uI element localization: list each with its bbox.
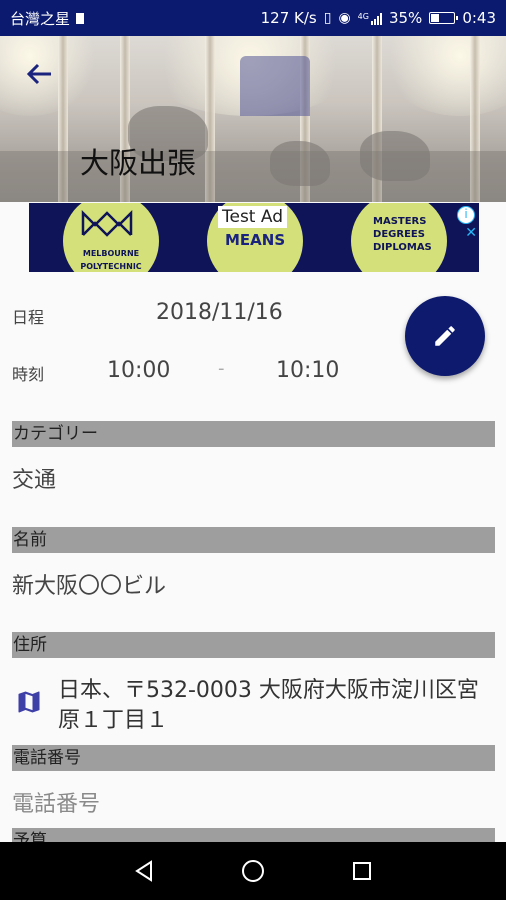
sim-icon [76, 12, 85, 24]
map-icon[interactable] [15, 688, 43, 716]
circle-home-icon [241, 860, 264, 882]
back-button[interactable] [24, 60, 54, 88]
ad-word: MEANS [225, 231, 286, 249]
signal-icon: 4G [358, 12, 382, 25]
square-recents-icon [352, 862, 371, 880]
end-time[interactable]: 10:10 [276, 358, 339, 383]
navigation-bar [0, 842, 506, 900]
nav-home-button[interactable] [233, 851, 273, 891]
name-value[interactable]: 新大阪〇〇ビル [12, 568, 166, 600]
address-header: 住所 [12, 632, 495, 658]
phone-header: 電話番号 [12, 745, 495, 771]
status-left: 台灣之星 [10, 8, 261, 29]
address-value[interactable]: 日本、〒532-0003 大阪府大阪市淀川区宮原１丁目１ [58, 676, 498, 736]
category-header: カテゴリー [12, 421, 495, 447]
triangle-back-icon [135, 860, 153, 882]
status-right: 127 K/s ▯ ◉ 4G 35% 0:43 [261, 9, 496, 27]
start-time[interactable]: 10:00 [107, 358, 170, 383]
time-label: 時刻 [12, 365, 45, 384]
battery-icon [429, 12, 459, 24]
signal-label: 4G [357, 11, 369, 21]
status-bar: 台灣之星 127 K/s ▯ ◉ 4G 35% 0:43 [0, 0, 506, 36]
category-value[interactable]: 交通 [12, 462, 56, 494]
date-label: 日程 [12, 308, 45, 327]
ad-label: Test Ad [218, 206, 288, 228]
time-separator: - [218, 358, 225, 379]
nav-back-button[interactable] [124, 851, 164, 891]
ad-circle-right: MASTERS DEGREES DIPLOMAS [351, 203, 447, 272]
battery-fill [431, 14, 439, 22]
carrier-name: 台灣之星 [10, 9, 71, 28]
date-value[interactable]: 2018/11/16 [156, 300, 283, 325]
edit-button[interactable] [405, 296, 485, 376]
pencil-icon [435, 326, 455, 346]
info-icon[interactable]: i [457, 206, 475, 224]
ad-brand-2: MASTERS DEGREES DIPLOMAS [373, 216, 432, 253]
header-image: 大阪出張 [0, 36, 506, 202]
page-title: 大阪出張 [80, 146, 197, 180]
network-speed: 127 K/s [260, 9, 317, 27]
name-header: 名前 [12, 527, 495, 553]
battery-percent: 35% [388, 9, 423, 27]
eye-icon: ◉ [338, 10, 351, 26]
nav-recents-button[interactable] [342, 851, 382, 891]
clock: 0:43 [462, 9, 496, 27]
phone-field[interactable]: 電話番号 [12, 786, 100, 818]
ad-banner[interactable]: MELBOURNE POLYTECHNIC Test Ad MEANS MAST… [29, 203, 479, 272]
close-icon[interactable]: ✕ [465, 225, 477, 241]
polytechnic-logo-icon [81, 209, 133, 237]
vibrate-icon: ▯ [323, 10, 332, 26]
ad-brand-1: MELBOURNE POLYTECHNIC [80, 249, 142, 271]
